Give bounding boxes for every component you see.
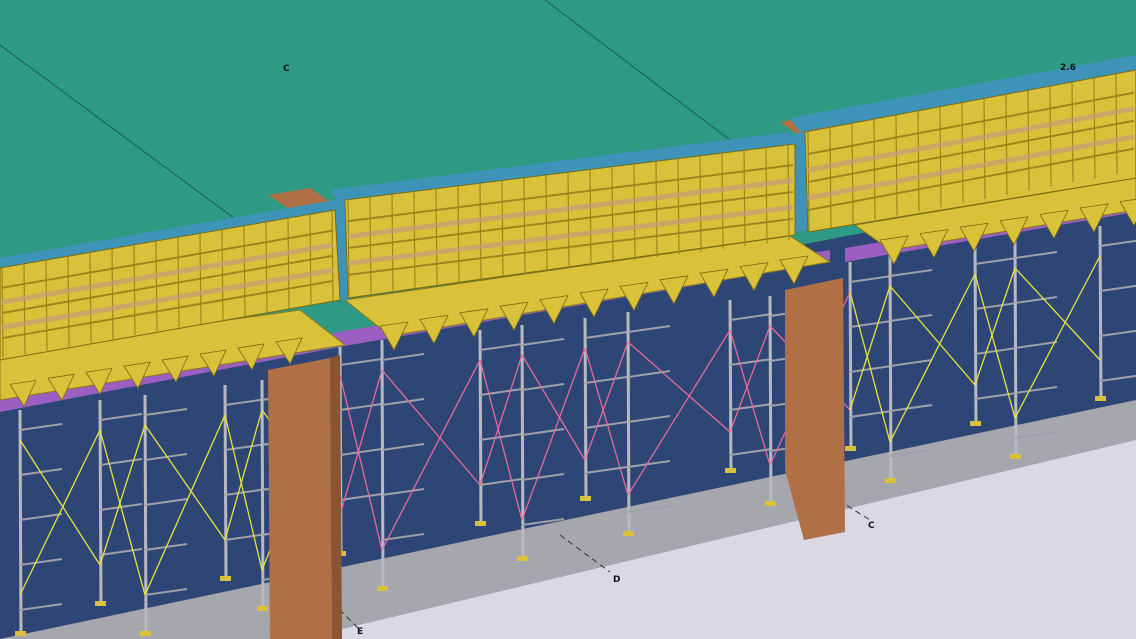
model-canvas: C 2.6 C D E <box>0 0 1136 639</box>
shore-prop <box>888 255 893 483</box>
shore-prop <box>848 261 853 451</box>
shore-prop <box>380 339 385 591</box>
prop-base-plate <box>885 478 896 483</box>
prop-base-plate <box>845 446 856 451</box>
column-right <box>785 278 845 540</box>
shore-prop <box>1098 225 1103 401</box>
prop-base-plate <box>970 421 981 426</box>
shore-prop <box>728 299 733 473</box>
shore-prop <box>223 384 228 581</box>
shore-prop <box>143 394 148 636</box>
prop-base-plate <box>95 601 106 606</box>
column-left-side <box>330 355 342 639</box>
shore-prop <box>478 329 483 526</box>
prop-base-plate <box>220 576 231 581</box>
prop-base-plate <box>517 556 528 561</box>
prop-base-plate <box>15 631 26 636</box>
prop-base-plate <box>475 521 486 526</box>
prop-base-plate <box>580 496 591 501</box>
prop-base-plate <box>765 501 776 506</box>
shore-prop <box>973 243 978 426</box>
prop-base-plate <box>1095 396 1106 401</box>
shore-prop <box>18 409 23 636</box>
shore-prop <box>626 311 631 536</box>
column-left <box>268 358 332 639</box>
grid-label-top-right: 2.6 <box>1060 63 1076 73</box>
grid-label-c-ground: C <box>868 521 875 531</box>
3d-shoring-model-view: C 2.6 C D E <box>0 0 1136 639</box>
prop-base-plate <box>1010 454 1021 459</box>
prop-base-plate <box>725 468 736 473</box>
prop-base-plate <box>140 631 151 636</box>
grid-label-e: E <box>357 627 363 637</box>
grid-label-c-top: C <box>283 64 290 74</box>
prop-base-plate <box>257 606 268 611</box>
prop-base-plate <box>623 531 634 536</box>
grid-label-d: D <box>613 575 620 585</box>
prop-base-plate <box>377 586 388 591</box>
shore-prop <box>260 379 265 611</box>
